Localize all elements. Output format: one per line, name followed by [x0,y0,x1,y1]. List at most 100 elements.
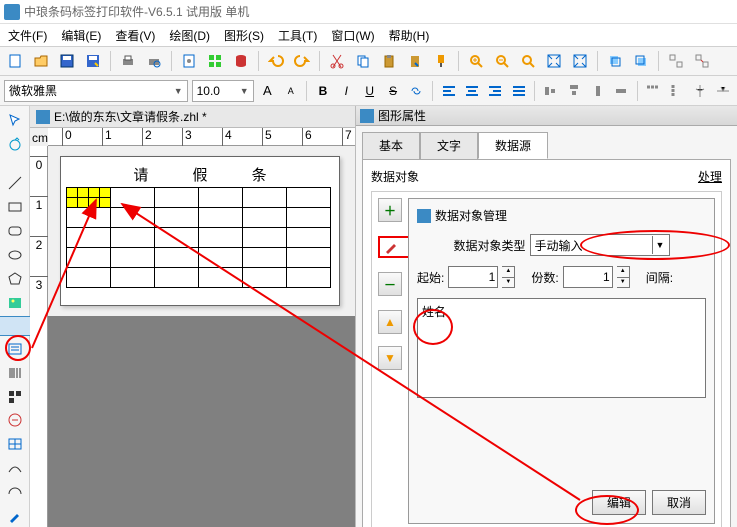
size-selector[interactable]: 10.0▼ [192,80,254,102]
process-link[interactable]: 处理 [698,168,722,185]
format-painter-button[interactable] [430,50,452,72]
strike-button[interactable]: S [383,80,402,102]
group-button[interactable] [665,50,687,72]
copy-button[interactable] [352,50,374,72]
font-selector[interactable]: 微软雅黑 ▼ [4,80,188,102]
preview-button[interactable] [143,50,165,72]
type-select[interactable]: 手动输入▼ [530,234,670,256]
title-bar: 中琅条码标签打印软件-V6.5.1 试用版 单机 [0,0,737,24]
special-tool[interactable] [3,410,27,432]
cancel-button[interactable]: 取消 [652,490,706,515]
image-tool[interactable] [3,292,27,314]
menu-help[interactable]: 帮助(H) [385,25,434,46]
tab-datasource[interactable]: 数据源 [478,132,548,159]
remove-obj-button[interactable]: － [378,272,402,296]
ungroup-button[interactable] [691,50,713,72]
saveas-button[interactable] [82,50,104,72]
start-spinner[interactable]: ▲▼ [502,266,515,288]
fontsize-up-button[interactable]: A [258,80,277,102]
open-button[interactable] [30,50,52,72]
obj-align2[interactable] [565,80,584,102]
undo-button[interactable] [265,50,287,72]
polygon-tool[interactable] [3,268,27,290]
underline-button[interactable]: U [360,80,379,102]
eyedropper-tool[interactable] [3,505,27,527]
richtext-tool[interactable] [3,338,27,360]
menu-window[interactable]: 窗口(W) [327,25,378,46]
app-title: 中琅条码标签打印软件-V6.5.1 试用版 单机 [24,3,249,20]
obj-buttons: ＋ － ▲ ▼ [378,198,402,524]
dist-h-button[interactable] [644,80,663,102]
bold-button[interactable]: B [313,80,332,102]
db-button[interactable] [230,50,252,72]
print-button[interactable] [117,50,139,72]
roundrect-tool[interactable] [3,220,27,242]
obj-align4[interactable] [611,80,630,102]
redo-button[interactable] [291,50,313,72]
center-h-button[interactable] [690,80,709,102]
pointer-tool[interactable] [3,110,27,132]
edit-button[interactable]: 编辑 [592,490,646,515]
menu-file[interactable]: 文件(F) [4,25,51,46]
qrcode-tool[interactable] [3,386,27,408]
zoom-100-button[interactable] [543,50,565,72]
center-v-button[interactable] [714,80,733,102]
selected-cell[interactable] [66,187,111,208]
zoom-in-button[interactable] [465,50,487,72]
font-name: 微软雅黑 [9,82,57,99]
menu-view[interactable]: 查看(V) [111,25,159,46]
add-obj-button[interactable]: ＋ [378,198,402,222]
dropdown-icon: ▼ [174,86,183,96]
zoom-fit-button[interactable] [517,50,539,72]
italic-button[interactable]: I [337,80,356,102]
group-label: 数据对象 [371,168,722,185]
new-button[interactable] [4,50,26,72]
align-justify-button[interactable] [509,80,528,102]
copies-label: 份数: [531,269,558,286]
data-obj-dialog: 数据对象管理 数据对象类型 手动输入▼ 起始: 1 ▲▼ [408,198,715,524]
fontsize-down-button[interactable]: A [281,80,300,102]
zoom-out-button[interactable] [491,50,513,72]
page-setup-button[interactable] [178,50,200,72]
menu-shape[interactable]: 图形(S) [220,25,268,46]
cut-button[interactable] [326,50,348,72]
link-button[interactable] [407,80,426,102]
menu-draw[interactable]: 绘图(D) [165,25,214,46]
ellipse-tool[interactable] [3,244,27,266]
arc-tool[interactable] [3,481,27,503]
grid-button[interactable] [204,50,226,72]
barcode-tool[interactable] [3,362,27,384]
dlg-title: 数据对象管理 [417,207,706,224]
tab-text[interactable]: 文字 [420,132,478,159]
paste-button[interactable] [378,50,400,72]
menu-tool[interactable]: 工具(T) [274,25,321,46]
table-tool[interactable] [3,433,27,455]
start-input[interactable]: 1 [448,266,498,288]
layer-btn1[interactable] [604,50,626,72]
copies-input[interactable]: 1 [563,266,613,288]
label-page[interactable]: 请 假 条 [60,156,340,306]
zoom-sel-button[interactable] [569,50,591,72]
obj-align3[interactable] [588,80,607,102]
obj-align1[interactable] [541,80,560,102]
line-tool[interactable] [3,172,27,194]
dist-v-button[interactable] [667,80,686,102]
paste-format-button[interactable] [404,50,426,72]
tab-basic[interactable]: 基本 [362,132,420,159]
menu-edit[interactable]: 编辑(E) [57,25,105,46]
rotate-tool[interactable] [3,134,27,156]
move-down-button[interactable]: ▼ [378,346,402,370]
panel-icon [360,109,374,123]
save-button[interactable] [56,50,78,72]
align-center-button[interactable] [462,80,481,102]
align-right-button[interactable] [486,80,505,102]
move-up-button[interactable]: ▲ [378,310,402,334]
copies-spinner[interactable]: ▲▼ [617,266,630,288]
rect-tool[interactable] [3,196,27,218]
align-left-button[interactable] [439,80,458,102]
format-toolbar: 微软雅黑 ▼ 10.0▼ A A B I U S [0,76,737,106]
layer-btn2[interactable] [630,50,652,72]
curve-tool[interactable] [3,457,27,479]
type-label: 数据对象类型 [453,237,525,254]
text-area[interactable]: 姓名 [417,298,706,398]
